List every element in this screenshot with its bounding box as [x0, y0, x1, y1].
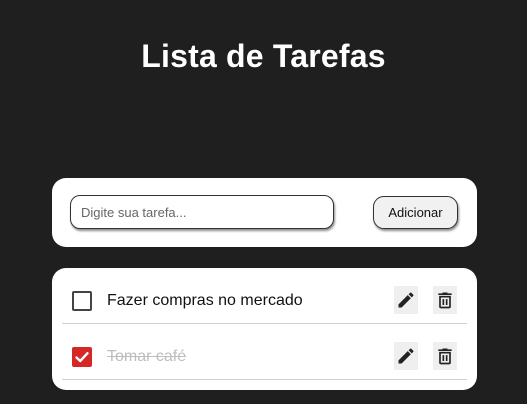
page: Lista de Tarefas Adicionar Fazer compras…	[0, 0, 527, 404]
task-label: Tomar café	[107, 348, 187, 365]
task-label: Fazer compras no mercado	[107, 292, 303, 309]
task-input[interactable]	[70, 195, 334, 229]
page-title: Lista de Tarefas	[141, 38, 386, 74]
task-item: Tomar café	[62, 324, 467, 380]
trash-icon	[438, 348, 452, 365]
checkmark-icon	[75, 352, 89, 363]
task-item: Fazer compras no mercado	[62, 268, 467, 324]
task-checkbox[interactable]	[72, 347, 92, 367]
edit-button[interactable]	[394, 342, 418, 370]
edit-button[interactable]	[394, 286, 418, 314]
add-task-card: Adicionar	[52, 178, 477, 247]
task-checkbox[interactable]	[72, 291, 92, 311]
task-list: Fazer compras no mercado Tomar café	[52, 268, 477, 390]
add-button[interactable]: Adicionar	[373, 196, 458, 229]
pencil-icon	[398, 292, 414, 308]
delete-button[interactable]	[433, 342, 457, 370]
delete-button[interactable]	[433, 286, 457, 314]
trash-icon	[438, 292, 452, 309]
pencil-icon	[398, 348, 414, 364]
